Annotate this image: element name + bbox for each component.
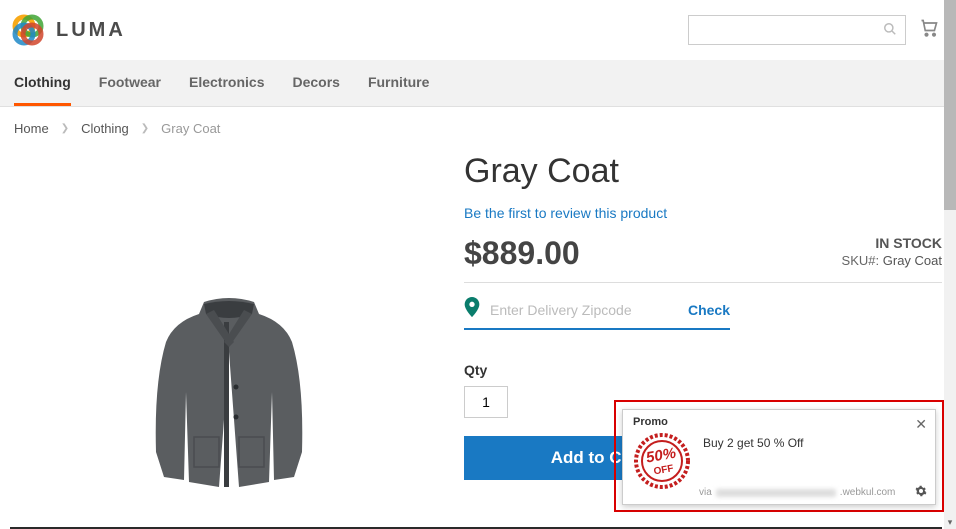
product-image-column bbox=[14, 152, 444, 492]
search-icon[interactable] bbox=[883, 22, 897, 39]
brand-name: LUMA bbox=[56, 19, 126, 42]
logo[interactable]: LUMA bbox=[10, 12, 126, 48]
nav-item-clothing[interactable]: Clothing bbox=[14, 60, 71, 106]
zipcode-row: Check bbox=[464, 297, 730, 330]
qty-label: Qty bbox=[464, 362, 942, 378]
promo-via: via bbox=[699, 487, 712, 498]
sku-label: SKU#: bbox=[842, 253, 880, 268]
chevron-right-icon: ❯ bbox=[141, 123, 149, 134]
promo-domain: .webkul.com bbox=[840, 487, 896, 498]
stock-status: IN STOCK bbox=[842, 235, 942, 251]
review-link[interactable]: Be the first to review this product bbox=[464, 205, 667, 221]
breadcrumb-category[interactable]: Clothing bbox=[81, 121, 129, 136]
search-input[interactable] bbox=[697, 23, 883, 38]
promo-source-blurred bbox=[716, 489, 836, 497]
header-right bbox=[688, 15, 940, 45]
header: LUMA bbox=[0, 0, 956, 60]
nav-item-decors[interactable]: Decors bbox=[292, 60, 339, 106]
breadcrumb-current: Gray Coat bbox=[161, 121, 220, 136]
search-box[interactable] bbox=[688, 15, 906, 45]
scrollbar-thumb[interactable] bbox=[944, 0, 956, 210]
main-nav: Clothing Footwear Electronics Decors Fur… bbox=[0, 60, 956, 107]
breadcrumb: Home ❯ Clothing ❯ Gray Coat bbox=[0, 107, 956, 152]
breadcrumb-home[interactable]: Home bbox=[14, 121, 49, 136]
promo-badge-icon: 50% OFF bbox=[633, 432, 691, 490]
promo-text: Buy 2 get 50 % Off bbox=[703, 432, 804, 450]
close-icon[interactable]: ✕ bbox=[915, 416, 927, 433]
product-image[interactable] bbox=[144, 292, 314, 492]
zipcode-input[interactable] bbox=[490, 302, 678, 318]
chevron-right-icon: ❯ bbox=[61, 123, 69, 134]
stock-column: IN STOCK SKU#: Gray Coat bbox=[842, 235, 942, 268]
nav-item-electronics[interactable]: Electronics bbox=[189, 60, 264, 106]
sku-value: Gray Coat bbox=[883, 253, 942, 268]
check-zipcode-link[interactable]: Check bbox=[688, 302, 730, 318]
promo-footer: via .webkul.com bbox=[699, 485, 927, 500]
location-pin-icon bbox=[464, 297, 480, 322]
logo-icon bbox=[10, 12, 46, 48]
price: $889.00 bbox=[464, 235, 580, 272]
promo-body: 50% OFF Buy 2 get 50 % Off bbox=[633, 432, 925, 490]
scrollbar-down-arrow[interactable]: ▾ bbox=[944, 515, 956, 529]
scrollbar-track[interactable]: ▾ bbox=[944, 0, 956, 529]
cart-icon[interactable] bbox=[918, 18, 940, 43]
promo-notification: Promo ✕ 50% OFF Buy 2 get 50 % Off via .… bbox=[622, 409, 936, 505]
product-title: Gray Coat bbox=[464, 152, 942, 191]
nav-item-furniture[interactable]: Furniture bbox=[368, 60, 429, 106]
nav-item-footwear[interactable]: Footwear bbox=[99, 60, 161, 106]
gear-icon[interactable] bbox=[915, 485, 927, 500]
price-row: $889.00 IN STOCK SKU#: Gray Coat bbox=[464, 235, 942, 283]
qty-input[interactable] bbox=[464, 386, 508, 418]
promo-title: Promo bbox=[633, 416, 925, 428]
